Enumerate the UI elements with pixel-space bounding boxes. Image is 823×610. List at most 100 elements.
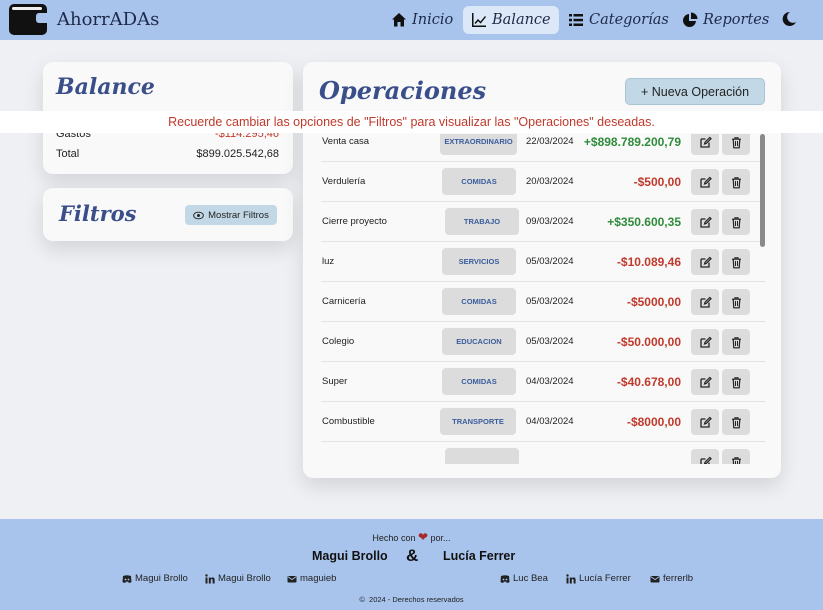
operacion-fecha: 20/03/2024: [526, 176, 574, 187]
nav-item-balance[interactable]: Balance: [463, 6, 559, 34]
discord-link[interactable]: Luc Bea: [500, 573, 548, 584]
operacion-fecha: 09/03/2024: [526, 216, 574, 227]
delete-button[interactable]: [722, 329, 750, 355]
edit-button[interactable]: [691, 134, 719, 155]
delete-button[interactable]: [722, 289, 750, 315]
edit-button[interactable]: [691, 449, 719, 464]
edit-button[interactable]: [691, 249, 719, 275]
author-1: Magui Brollo: [312, 549, 388, 563]
operacion-fecha: 05/03/2024: [526, 336, 574, 347]
operacion-descripcion: Cierre proyecto: [322, 216, 387, 227]
delete-button[interactable]: [722, 134, 750, 155]
made-with-text: Hecho con: [372, 533, 416, 543]
link-label: Magui Brollo: [135, 573, 188, 584]
mail-link[interactable]: maguieb: [287, 573, 336, 584]
trash-icon: [730, 296, 743, 309]
operacion-descripcion: Super: [322, 376, 348, 387]
trash-icon: [730, 176, 743, 189]
edit-icon: [699, 416, 712, 429]
edit-icon: [699, 376, 712, 389]
operacion-monto: +$898.789.200,79: [583, 135, 681, 149]
edit-button[interactable]: [691, 169, 719, 195]
operacion-monto: -$8000,00: [626, 415, 681, 429]
moon-icon[interactable]: [780, 10, 798, 28]
mostrar-filtros-button[interactable]: Mostrar Filtros: [185, 205, 277, 225]
operacion-monto: -$500,00: [633, 175, 681, 189]
wallet-icon[interactable]: [9, 4, 48, 35]
operacion-descripcion: luz: [322, 256, 335, 267]
delete-button[interactable]: [722, 249, 750, 275]
copyright-text: 2024 - Derechos reservados: [369, 595, 464, 604]
navbar: AhorrADAs Inicio Balance Categorías Repo…: [0, 0, 823, 40]
balance-row-total: Total $899.025.542,68: [56, 148, 279, 160]
delete-button[interactable]: [722, 409, 750, 435]
nueva-operacion-button[interactable]: + Nueva Operación: [625, 78, 765, 105]
delete-button[interactable]: [722, 169, 750, 195]
operacion-categoria: [445, 448, 519, 464]
edit-button[interactable]: [691, 289, 719, 315]
operacion-row: Combustible TRANSPORTE 04/03/2024 -$8000,00: [321, 402, 765, 442]
discord-link[interactable]: Magui Brollo: [122, 573, 188, 584]
linkedin-link[interactable]: Magui Brollo: [205, 573, 271, 584]
edit-button[interactable]: [691, 369, 719, 395]
mostrar-filtros-label: Mostrar Filtros: [208, 209, 269, 221]
chart-line-icon: [472, 13, 486, 27]
pie-chart-icon: [683, 12, 698, 27]
brand-name[interactable]: AhorrADAs: [57, 9, 159, 30]
operacion-monto: -$50.000,00: [616, 335, 681, 349]
discord-icon: [122, 574, 132, 583]
mail-link[interactable]: ferrerlb: [650, 573, 693, 584]
operacion-monto: -$5000,00: [626, 295, 681, 309]
operacion-categoria: SERVICIOS: [442, 248, 516, 275]
linkedin-link[interactable]: Lucía Ferrer: [566, 573, 631, 584]
operacion-monto: -$40.678,00: [616, 375, 681, 389]
nav-label: Balance: [492, 12, 551, 28]
operacion-fecha: 05/03/2024: [526, 296, 574, 307]
operacion-fecha: 05/03/2024: [526, 256, 574, 267]
operacion-categoria: COMIDAS: [442, 368, 516, 395]
operacion-row: Carnicería COMIDAS 05/03/2024 -$5000,00: [321, 282, 765, 322]
operacion-row: Colegio EDUCACION 05/03/2024 -$50.000,00: [321, 322, 765, 362]
operacion-row: luz SERVICIOS 05/03/2024 -$10.089,46: [321, 242, 765, 282]
delete-button[interactable]: [722, 209, 750, 235]
operacion-descripcion: Venta casa: [322, 136, 370, 147]
link-label: ferrerlb: [663, 573, 694, 584]
operacion-row: Cierre proyecto TRABAJO 09/03/2024 +$350.60…: [321, 202, 765, 242]
link-label: Luc Bea: [513, 573, 548, 584]
made-with: Hecho con ❤ por...: [0, 530, 823, 544]
trash-icon: [730, 256, 743, 269]
nav-item-reportes[interactable]: Reportes: [674, 6, 777, 34]
operacion-descripcion: Carnicería: [322, 296, 366, 307]
mail-icon: [650, 575, 660, 582]
copyright: © 2024 - Derechos reservados: [0, 595, 823, 604]
operaciones-list[interactable]: Venta casa EXTRAORDINARIO 22/03/2024 +$898.…: [321, 134, 765, 464]
operacion-monto: +$350.600,35: [607, 215, 681, 229]
house-icon: [392, 13, 406, 27]
ampersand: &: [406, 546, 419, 565]
nav-label: Categorías: [589, 12, 669, 28]
nav-item-categorias[interactable]: Categorías: [560, 6, 677, 34]
operacion-categoria: TRANSPORTE: [440, 408, 516, 435]
nav-item-inicio[interactable]: Inicio: [383, 6, 461, 34]
operacion-row: Venta casa EXTRAORDINARIO 22/03/2024 +$898.…: [321, 134, 765, 162]
heart-icon: ❤: [417, 530, 429, 544]
scrollbar[interactable]: [760, 134, 765, 247]
trash-icon: [730, 216, 743, 229]
delete-button[interactable]: [722, 449, 750, 464]
balance-value: $899.025.542,68: [196, 148, 279, 160]
operacion-monto: -$10.089,46: [616, 255, 681, 269]
edit-button[interactable]: [691, 409, 719, 435]
operacion-categoria: COMIDAS: [442, 288, 516, 315]
mail-icon: [287, 575, 297, 582]
edit-icon: [699, 296, 712, 309]
operacion-fecha: 04/03/2024: [526, 376, 574, 387]
link-label: maguieb: [300, 573, 337, 584]
balance-label: Total: [56, 148, 80, 160]
edit-button[interactable]: [691, 329, 719, 355]
edit-icon: [699, 216, 712, 229]
delete-button[interactable]: [722, 369, 750, 395]
operacion-categoria: EDUCACION: [442, 328, 516, 355]
operacion-categoria: TRABAJO: [445, 208, 519, 235]
trash-icon: [730, 456, 743, 464]
edit-button[interactable]: [691, 209, 719, 235]
